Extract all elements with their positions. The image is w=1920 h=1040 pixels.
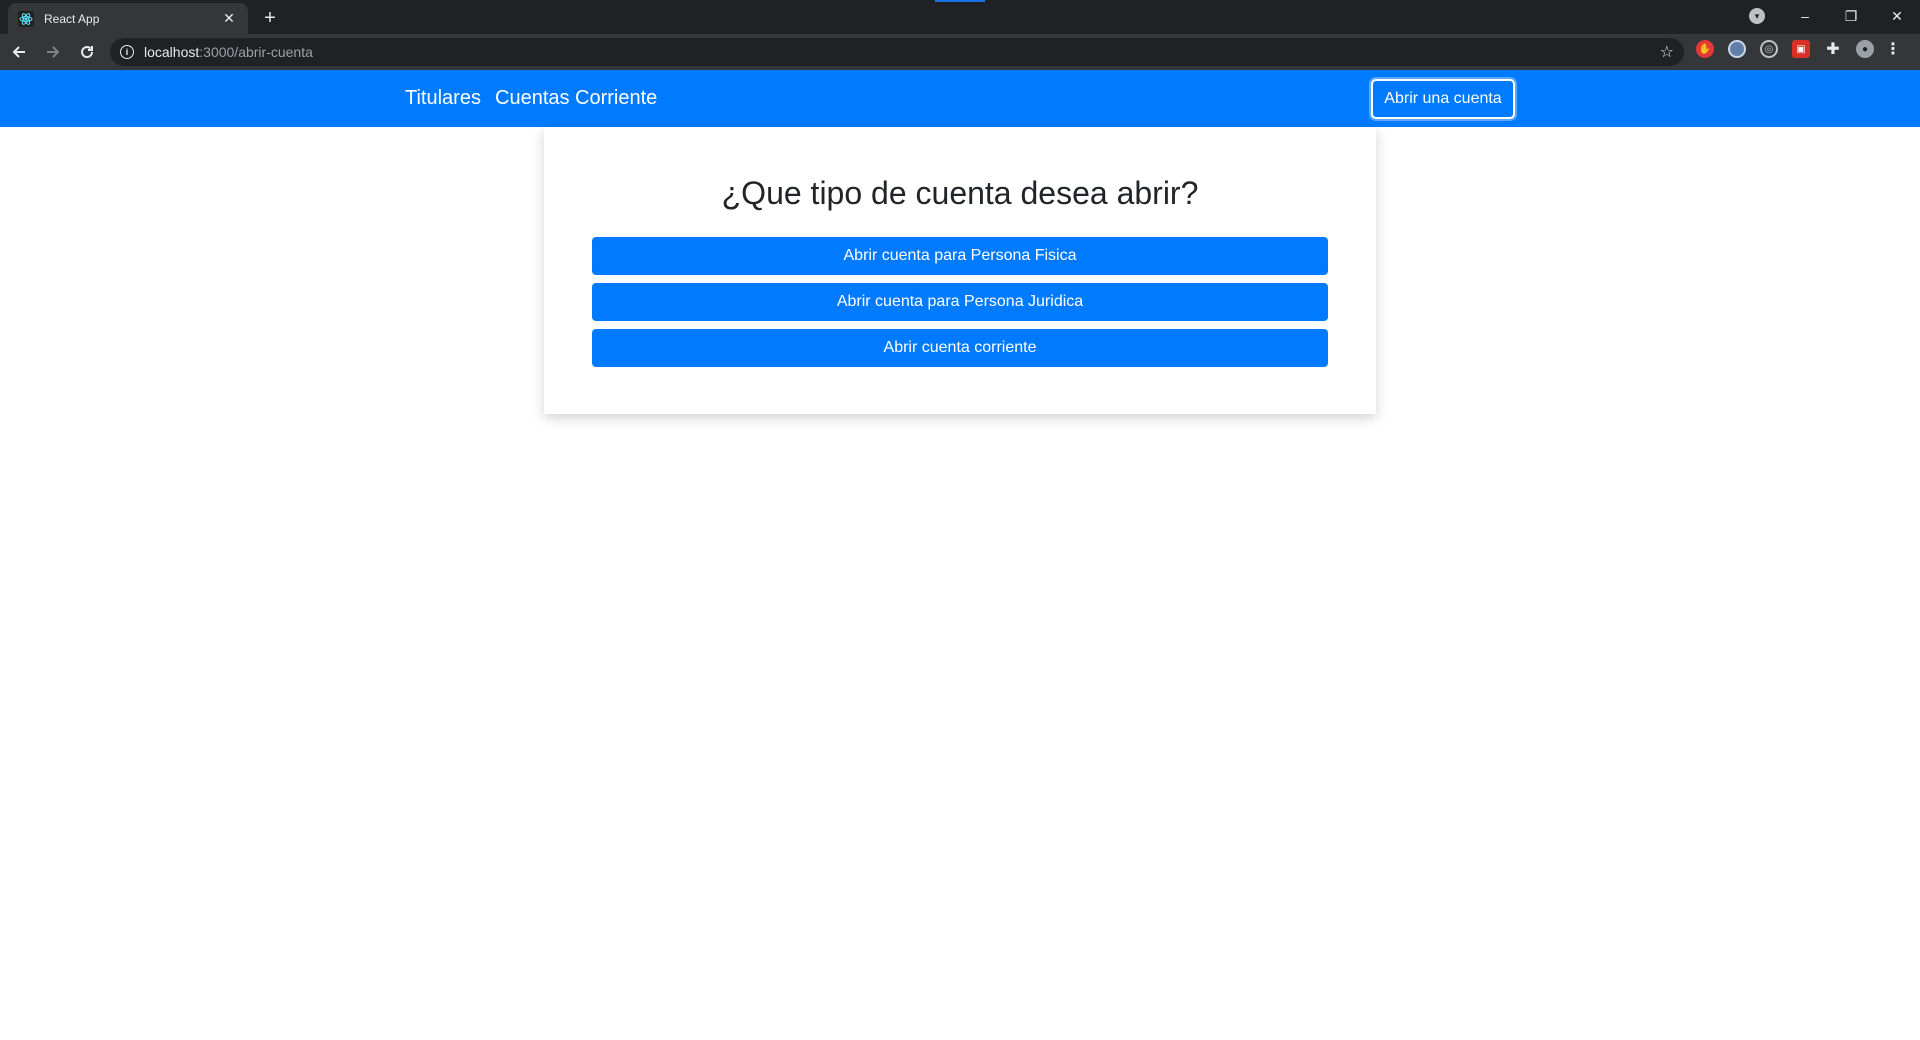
extension-gift-icon[interactable]: ▣ <box>1792 40 1810 58</box>
address-bar[interactable]: i localhost:3000/abrir-cuenta ☆ <box>110 38 1684 66</box>
profile-avatar[interactable]: ● <box>1856 40 1874 58</box>
back-button[interactable] <box>4 37 34 67</box>
open-persona-juridica-button[interactable]: Abrir cuenta para Persona Juridica <box>592 283 1328 321</box>
arrow-left-icon <box>12 46 25 58</box>
open-persona-fisica-button[interactable]: Abrir cuenta para Persona Fisica <box>592 237 1328 275</box>
info-icon[interactable]: i <box>120 45 134 59</box>
browser-toolbar: i localhost:3000/abrir-cuenta ☆ ✋ ◎ ▣ ✚ … <box>0 34 1920 70</box>
reload-icon <box>81 46 94 59</box>
extension-target-icon[interactable]: ◎ <box>1760 40 1778 58</box>
extensions-area: ✋ ◎ ▣ ✚ ● ⋮ <box>1696 40 1912 58</box>
arrow-right-icon <box>47 46 60 58</box>
open-cuenta-corriente-button[interactable]: Abrir cuenta corriente <box>592 329 1328 367</box>
open-account-button[interactable]: Abrir una cuenta <box>1371 79 1515 119</box>
new-tab-button[interactable]: + <box>258 6 282 30</box>
window-controls: ▾ – ❐ ✕ <box>1742 0 1920 32</box>
tab-title: React App <box>44 11 100 26</box>
window-close-button[interactable]: ✕ <box>1874 0 1920 32</box>
url-host: localhost <box>144 44 200 60</box>
restore-button[interactable]: ❐ <box>1828 0 1874 32</box>
account-type-card: ¿Que tipo de cuenta desea abrir? Abrir c… <box>544 127 1376 414</box>
tab-search-button[interactable]: ▾ <box>1742 0 1772 32</box>
chevron-down-icon: ▾ <box>1749 8 1765 24</box>
browser-tabbar: React App ✕ + ▾ – ❐ ✕ <box>0 0 1920 34</box>
kebab-menu-icon[interactable]: ⋮ <box>1885 40 1901 58</box>
page-title: ¿Que tipo de cuenta desea abrir? <box>721 175 1199 211</box>
tab-react-app[interactable]: React App ✕ <box>8 3 248 34</box>
tab-strip-indicator <box>935 0 985 2</box>
url-path: :3000/abrir-cuenta <box>199 44 313 60</box>
star-icon[interactable]: ☆ <box>1660 42 1674 62</box>
puzzle-icon[interactable]: ✚ <box>1824 40 1842 58</box>
react-icon <box>18 10 34 27</box>
adblock-extension-icon[interactable]: ✋ <box>1696 40 1714 58</box>
app-navbar: Titulares Cuentas Corriente Abrir una cu… <box>0 70 1920 127</box>
nav-link-titulares[interactable]: Titulares <box>405 87 481 110</box>
reload-button[interactable] <box>72 37 102 67</box>
extension-circle-icon[interactable] <box>1728 40 1746 58</box>
close-icon[interactable]: ✕ <box>220 10 238 28</box>
minimize-button[interactable]: – <box>1782 0 1828 32</box>
nav-link-cuentas-corriente[interactable]: Cuentas Corriente <box>495 87 657 110</box>
forward-button[interactable] <box>38 37 68 67</box>
